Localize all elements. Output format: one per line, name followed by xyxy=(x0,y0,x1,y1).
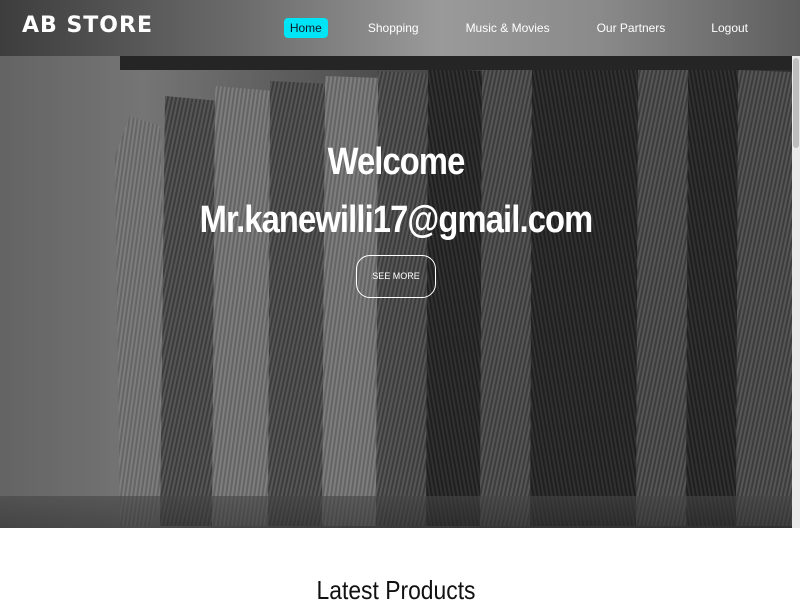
hero-section: Welcome Mr.kanewilli17@gmail.com SEE MOR… xyxy=(0,56,792,528)
nav-logout[interactable]: Logout xyxy=(705,18,754,38)
see-more-button[interactable]: SEE MORE xyxy=(356,255,436,298)
page: AB STORE Home Shopping Music & Movies Ou… xyxy=(0,0,800,600)
nav-home[interactable]: Home xyxy=(283,18,328,38)
nav-shopping[interactable]: Shopping xyxy=(362,18,425,38)
nav-our-partners[interactable]: Our Partners xyxy=(591,18,672,38)
user-email: Mr.kanewilli17@gmail.com xyxy=(199,199,594,241)
hero-title: Welcome xyxy=(327,141,466,183)
main-nav: Home Shopping Music & Movies Our Partner… xyxy=(283,0,800,56)
hero-content: Welcome Mr.kanewilli17@gmail.com SEE MOR… xyxy=(0,56,792,528)
scrollbar-thumb[interactable] xyxy=(793,58,799,148)
latest-products-heading: Latest Products xyxy=(316,575,476,600)
nav-music-movies[interactable]: Music & Movies xyxy=(460,18,556,38)
brand-logo[interactable]: AB STORE xyxy=(22,12,153,40)
navbar: AB STORE Home Shopping Music & Movies Ou… xyxy=(0,0,800,56)
